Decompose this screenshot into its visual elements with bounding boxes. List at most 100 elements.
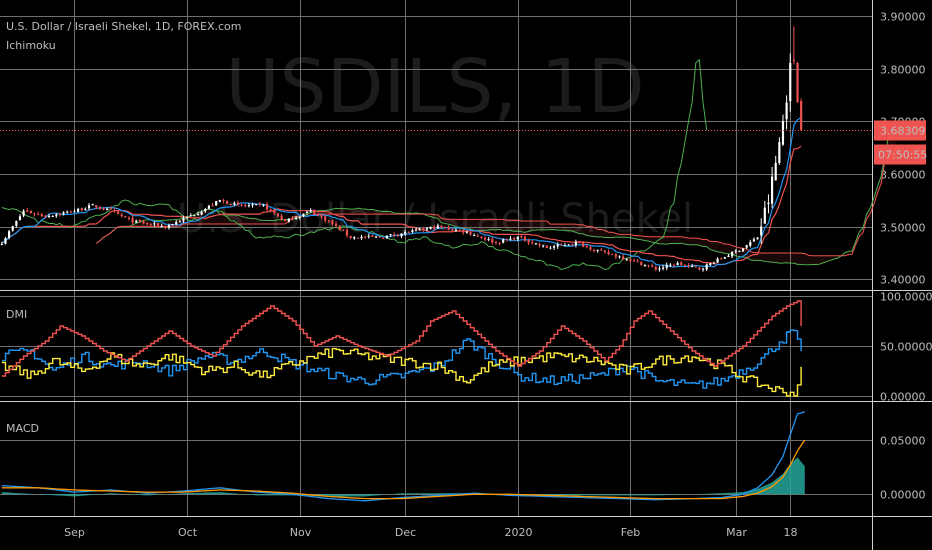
candle-body: [669, 264, 672, 266]
candle-body: [494, 241, 498, 243]
candle-body: [596, 249, 599, 251]
tenkan-sen-line: [1, 116, 802, 268]
candle-body: [131, 217, 134, 223]
candle-body: [142, 221, 145, 224]
candle-body: [33, 213, 36, 215]
candle-body: [611, 253, 614, 255]
candle-body: [411, 230, 414, 232]
candle-body: [167, 225, 171, 228]
candle-body: [44, 215, 47, 218]
candle-body: [661, 267, 665, 269]
candle-body: [723, 257, 726, 259]
candle-body: [385, 235, 389, 239]
candle-body: [160, 225, 163, 227]
candle-body: [625, 259, 628, 261]
candle-body: [316, 214, 320, 216]
candle-body: [473, 235, 476, 237]
candle-body: [276, 213, 280, 217]
candle-body: [305, 211, 309, 213]
candle-body: [95, 205, 98, 208]
candle-body: [200, 212, 203, 215]
candle-body: [378, 236, 381, 238]
candle-body: [592, 249, 596, 251]
candle-body: [349, 235, 352, 238]
candle-body: [298, 216, 301, 218]
candle-body: [109, 208, 112, 210]
macd-tick-label: 0.05000: [880, 435, 926, 448]
candle-body: [309, 210, 312, 212]
candle-body: [691, 265, 694, 267]
candle-body: [672, 264, 676, 266]
candle-body: [18, 216, 22, 221]
candle-body: [77, 208, 80, 212]
candle-body: [302, 213, 305, 217]
candle-body: [767, 202, 770, 205]
candle-body: [273, 209, 276, 214]
x-tick-label: Nov: [290, 526, 312, 539]
candle-body: [222, 199, 225, 201]
candle-body: [502, 239, 505, 243]
candle-body: [549, 247, 552, 249]
candle-body: [87, 205, 91, 209]
watermark-title: USDILS, 1D: [225, 44, 644, 130]
candle-body: [11, 226, 14, 231]
candle-body: [371, 235, 374, 237]
price-tag-value: 3.68309: [880, 125, 926, 138]
candle-body: [414, 229, 418, 231]
candle-body: [462, 230, 465, 233]
candle-body: [124, 215, 127, 218]
candle-body: [247, 205, 250, 207]
candle-body: [40, 214, 43, 217]
candle-body: [389, 234, 392, 236]
candle-body: [520, 236, 523, 238]
candle-body: [7, 231, 11, 238]
x-tick-label: 2020: [505, 526, 533, 539]
candle-body: [51, 215, 54, 217]
candle-body: [262, 204, 265, 206]
x-tick-label: Dec: [395, 526, 416, 539]
candle-body: [178, 221, 181, 223]
candle-body: [364, 236, 367, 238]
candle-body: [193, 215, 196, 217]
candle-body: [582, 242, 585, 247]
candle-body: [680, 262, 683, 266]
candle-body: [334, 223, 338, 226]
candle-body: [749, 242, 752, 246]
candle-body: [418, 228, 421, 230]
x-tick-label: Oct: [178, 526, 198, 539]
candle-body: [701, 268, 705, 270]
price-tick-label: 3.90000: [880, 11, 926, 24]
candle-body: [531, 242, 534, 244]
candle-body: [171, 223, 174, 225]
candle-body: [738, 250, 741, 252]
candle-body: [523, 236, 527, 241]
candle-body: [792, 59, 795, 61]
usdils-chart[interactable]: USDILS, 1DU.S. Dollar / Israeli Shekel3.…: [0, 0, 932, 550]
candle-body: [69, 211, 72, 213]
candle-body: [37, 213, 40, 215]
candle-body: [727, 255, 730, 258]
candle-body: [643, 264, 647, 266]
candle-body: [665, 264, 668, 268]
symbol-title: U.S. Dollar / Israeli Shekel, 1D, FOREX.…: [6, 20, 242, 33]
candle-body: [741, 248, 745, 252]
candle-body: [731, 251, 734, 257]
candle-body: [491, 238, 494, 243]
candle-body: [196, 214, 200, 216]
candle-body: [291, 218, 294, 220]
candle-body: [752, 239, 756, 242]
macd-pane-title: MACD: [6, 422, 39, 435]
candle-body: [324, 216, 327, 221]
price-tick-label: 3.40000: [880, 274, 926, 287]
candle-body: [709, 263, 712, 265]
candle-body: [443, 227, 447, 229]
candle-body: [244, 205, 247, 207]
candle-body: [447, 226, 450, 230]
candle-body: [225, 201, 229, 204]
candle-body: [47, 216, 51, 218]
candle-body: [327, 220, 330, 222]
candle-body: [778, 142, 781, 163]
candle-body: [80, 208, 83, 211]
candle-body: [622, 256, 625, 260]
candle-body: [149, 223, 152, 225]
